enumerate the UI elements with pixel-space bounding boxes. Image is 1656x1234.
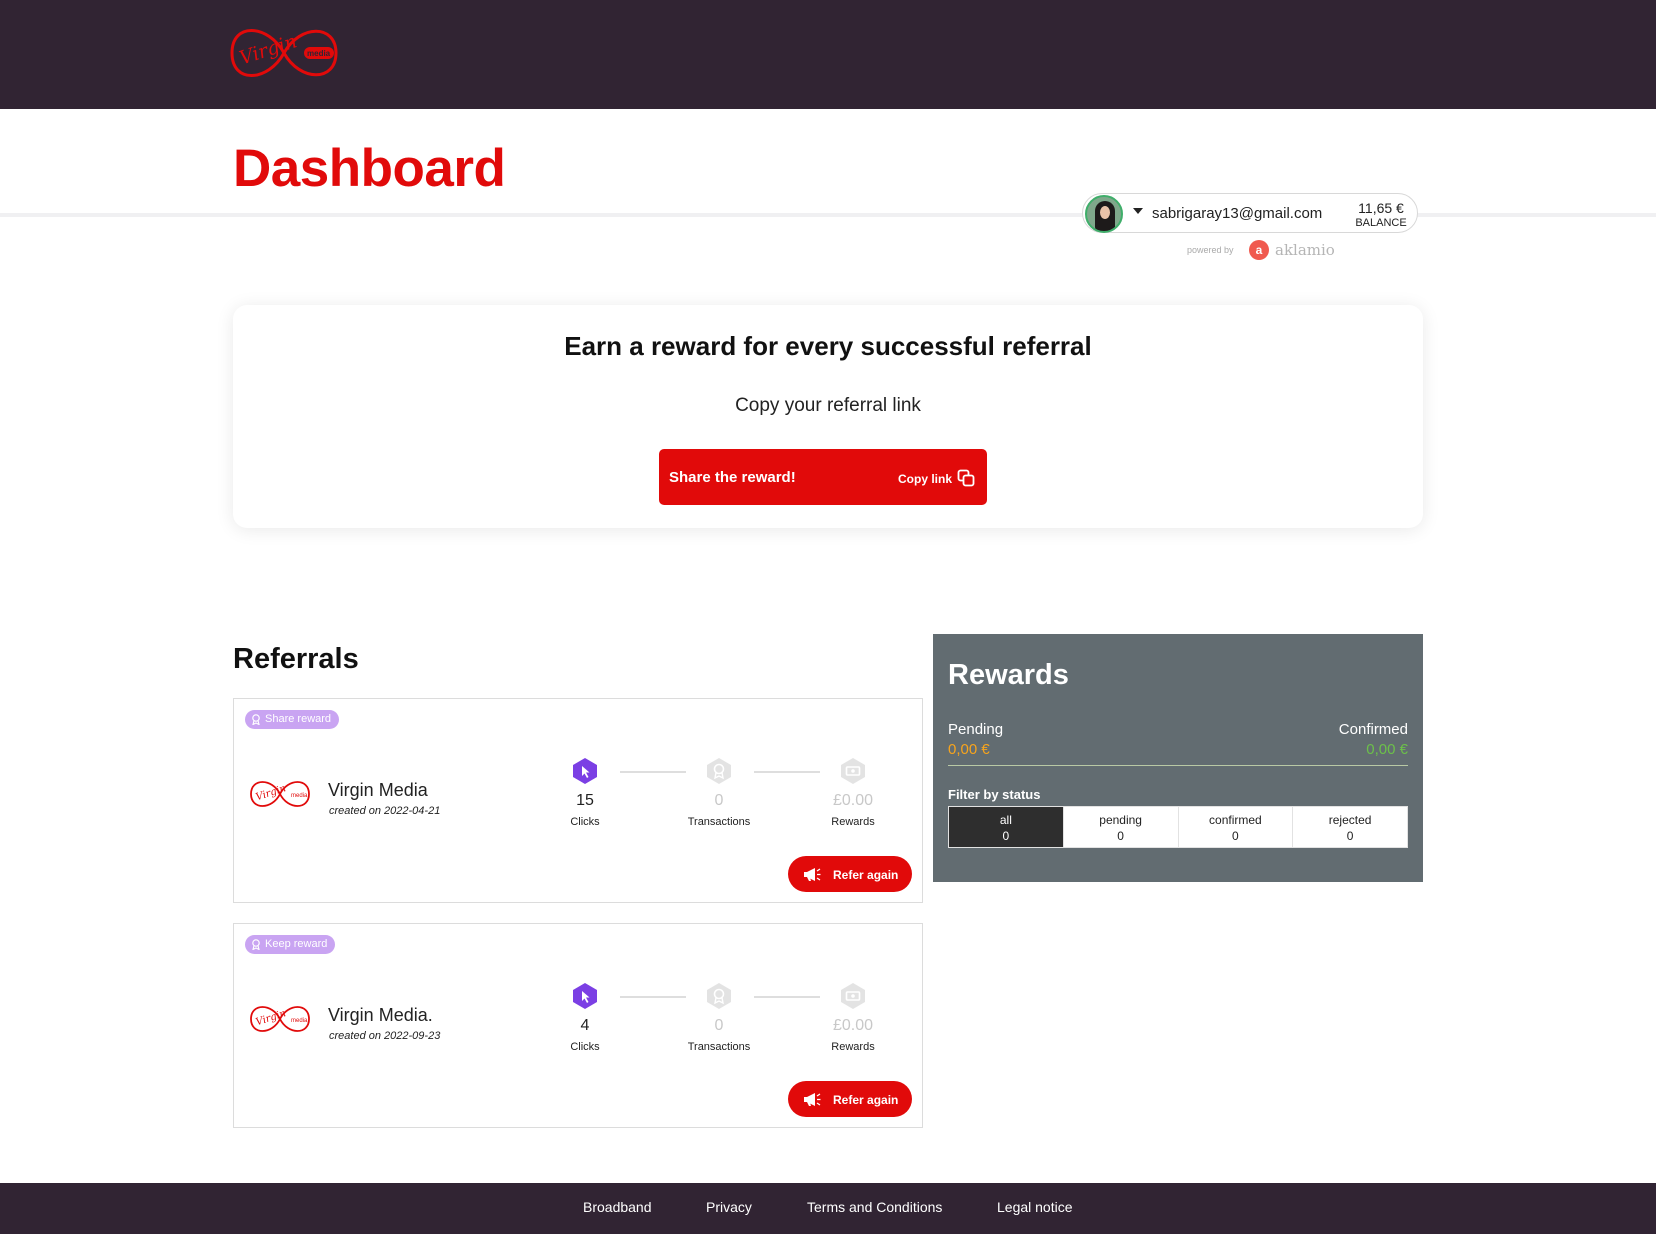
share-title: Earn a reward for every successful refer… [564,331,1092,361]
award-icon [707,758,731,784]
reward-type-badge: Share reward [245,710,340,729]
aklamio-logo-icon: a [1249,240,1269,260]
confirmed-label: Confirmed [1338,721,1408,738]
filter-tab-label: confirmed [1209,813,1262,827]
share-button-label: Share the reward! [669,469,796,486]
svg-text:media: media [307,49,331,58]
rewards-title: Rewards [948,659,1069,691]
refer-again-label: Refer again [833,1093,899,1107]
svg-text:media: media [291,793,308,799]
filter-tab-pending[interactable]: pending 0 [1064,807,1179,847]
badge-label: Keep reward [265,938,328,950]
filter-tab-all[interactable]: all 0 [949,807,1064,847]
share-reward-button[interactable]: Share the reward! Copy link [659,449,987,505]
cursor-click-icon [573,983,597,1009]
transactions-label: Transactions [687,816,751,828]
stage-connector [754,771,820,773]
clicks-count: 15 [576,792,594,809]
filter-label: Filter by status [948,787,1041,802]
megaphone-icon [804,1093,821,1106]
footer-link-terms[interactable]: Terms and Conditions [807,1199,942,1215]
filter-tab-rejected[interactable]: rejected 0 [1293,807,1407,847]
referral-card: Keep reward Virgin media Virgin Media. c… [233,923,923,1128]
award-icon [252,714,260,725]
refer-again-button[interactable]: Refer again [788,1081,912,1117]
filter-tab-count: 0 [1232,829,1239,843]
avatar [1085,195,1123,233]
pending-value: 0,00 € [948,741,990,758]
filter-tab-count: 0 [1117,829,1124,843]
confirmed-value: 0,00 € [1366,741,1408,758]
virgin-media-logo[interactable]: Virgin media [226,16,342,90]
clicks-label: Clicks [570,816,600,828]
rewards-label: Rewards [831,1041,875,1053]
page-title: Dashboard [233,139,506,198]
cursor-click-icon [573,758,597,784]
reward-type-badge: Keep reward [245,935,336,954]
stage-connector [620,996,686,998]
rewards-amount: £0.00 [832,1017,874,1034]
stage-connector [620,771,686,773]
award-icon [252,939,260,950]
rewards-label: Rewards [831,816,875,828]
filter-tab-label: rejected [1328,813,1372,827]
filter-tab-confirmed[interactable]: confirmed 0 [1179,807,1294,847]
virgin-media-logo: Virgin media [250,1006,310,1032]
chevron-down-icon[interactable] [1133,208,1143,214]
transactions-count: 0 [714,792,724,809]
filter-tab-label: pending [1099,813,1142,827]
merchant-name: Virgin Media. [328,1005,433,1025]
clicks-label: Clicks [570,1041,600,1053]
footer-link-legal-notice[interactable]: Legal notice [997,1199,1073,1215]
created-date: created on 2022-09-23 [329,1030,441,1042]
referrals-title: Referrals [233,643,359,675]
refer-again-label: Refer again [833,868,899,882]
filter-tab-count: 0 [1346,829,1354,843]
virgin-media-logo: Virgin media [250,781,310,807]
megaphone-icon [804,868,821,881]
merchant-name: Virgin Media [328,780,428,800]
svg-text:Virgin: Virgin [255,1008,288,1028]
pending-label: Pending [948,721,1004,738]
copy-link-label[interactable]: Copy link [898,472,952,486]
copy-icon[interactable] [957,469,975,487]
top-header: Virgin media [0,0,1656,109]
account-email: sabrigaray13@gmail.com [1152,205,1323,222]
footer-link-privacy[interactable]: Privacy [706,1199,752,1215]
award-icon [707,983,731,1009]
account-menu[interactable]: sabrigaray13@gmail.com 11,65 € BALANCE [1082,193,1418,233]
stage-connector [754,996,820,998]
rewards-amount: £0.00 [832,792,874,809]
money-icon [841,758,865,784]
rewards-divider [948,765,1408,766]
clicks-count: 4 [580,1017,590,1034]
referral-card: Share reward Virgin media Virgin Media c… [233,698,923,903]
share-subtitle: Copy your referral link [735,395,921,416]
footer-link-broadband[interactable]: Broadband [583,1199,652,1215]
created-date: created on 2022-04-21 [329,805,441,817]
transactions-count: 0 [714,1017,724,1034]
transactions-label: Transactions [687,1041,751,1053]
powered-by-label: powered by [1187,245,1234,255]
refer-again-button[interactable]: Refer again [788,856,912,892]
money-icon [841,983,865,1009]
svg-text:Virgin: Virgin [255,783,288,803]
share-card: Earn a reward for every successful refer… [233,305,1423,528]
aklamio-brand: aklamio [1275,241,1335,259]
filter-tab-label: all [999,813,1012,827]
balance-label: BALANCE [1355,217,1407,229]
footer: Broadband Privacy Terms and Conditions L… [0,1183,1656,1234]
filter-tab-count: 0 [1002,829,1010,843]
badge-label: Share reward [265,713,332,725]
svg-text:media: media [291,1018,308,1024]
status-filter: all 0 pending 0 confirmed 0 rejected 0 [948,806,1408,848]
rewards-panel: Rewards Pending 0,00 € Confirmed 0,00 € … [933,634,1423,882]
balance-amount: 11,65 € [1358,200,1404,216]
